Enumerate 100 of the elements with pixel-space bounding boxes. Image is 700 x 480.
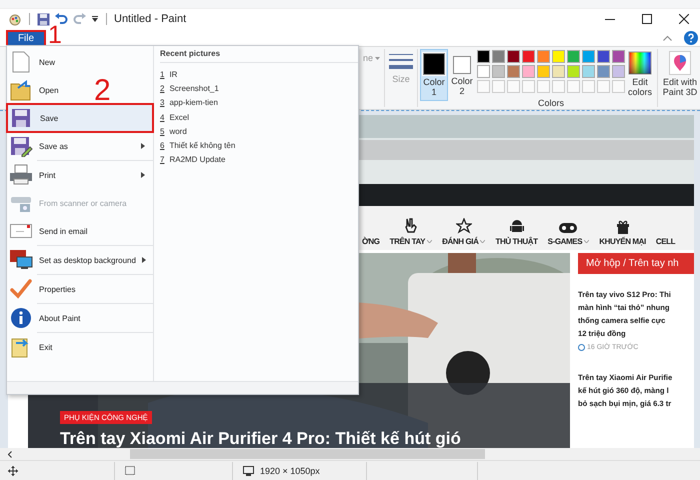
monitor-icon [9, 249, 33, 271]
empty-swatch[interactable] [612, 80, 625, 93]
image-size-icon [243, 466, 254, 476]
submenu-arrow-icon [142, 257, 146, 263]
palette-swatch[interactable] [597, 65, 610, 78]
nav-link[interactable]: ĐÁNH GIÁ [442, 237, 478, 246]
empty-swatch[interactable] [552, 80, 565, 93]
empty-swatch[interactable] [597, 80, 610, 93]
gamepad-icon [559, 222, 578, 234]
palette-swatch[interactable] [582, 65, 595, 78]
palette-swatch[interactable] [567, 50, 580, 63]
scroll-left-icon[interactable] [8, 450, 12, 458]
selection-icon [125, 466, 136, 476]
paint-3d-button[interactable]: Edit with Paint 3D [660, 47, 700, 109]
empty-swatch[interactable] [582, 80, 595, 93]
palette-swatch[interactable] [507, 50, 520, 63]
step-number: 1 [48, 23, 62, 48]
android-icon [510, 218, 524, 234]
folder-icon [9, 79, 33, 101]
clock-icon [578, 344, 585, 351]
submenu-arrow-icon [141, 143, 145, 149]
window-title: Untitled - Paint [114, 13, 186, 25]
nav-link[interactable]: KHUYẾN MẠI [599, 237, 646, 246]
floppy-pen-icon [9, 135, 33, 157]
image-size: 1920 × 1050px [260, 466, 320, 476]
undo-icon[interactable] [55, 12, 68, 26]
palette-swatch[interactable] [582, 50, 595, 63]
empty-swatch[interactable] [492, 80, 505, 93]
redo-icon[interactable] [73, 12, 86, 26]
recent-file-item[interactable]: 5 word [160, 124, 358, 138]
step-number: 2 [94, 76, 111, 106]
save-icon[interactable] [37, 12, 50, 26]
menu-item[interactable]: About Paint [7, 304, 88, 332]
palette-swatch[interactable] [522, 50, 535, 63]
maximize-icon[interactable] [642, 14, 652, 24]
paint-3d-icon [669, 51, 691, 75]
menu-item[interactable]: Open [7, 76, 67, 104]
file-tab[interactable]: File [8, 32, 44, 46]
palette-swatch[interactable] [552, 50, 565, 63]
palette-swatch[interactable] [492, 50, 505, 63]
recent-file-item[interactable]: 6 Thiết kế không tên [160, 138, 358, 153]
palette-swatch[interactable] [597, 50, 610, 63]
nav-link[interactable]: THỦ THUẬT [495, 237, 538, 246]
recent-heading: Recent pictures [160, 49, 358, 63]
empty-swatch[interactable] [537, 80, 550, 93]
color-gradient-icon [628, 51, 652, 75]
checkmark-icon [9, 279, 33, 299]
recent-file-item[interactable]: 4 Excel [160, 110, 358, 124]
palette-swatch[interactable] [552, 65, 565, 78]
line-size-icon[interactable] [389, 53, 413, 71]
menu-item[interactable]: Properties [7, 275, 84, 303]
recent-file-item[interactable]: 2 Screenshot_1 [160, 81, 358, 96]
group-label: Colors [538, 98, 564, 108]
ribbon-label: ne [362, 53, 373, 65]
palette-swatch[interactable] [612, 65, 625, 78]
paint-app-icon [8, 12, 22, 26]
recent-file-item[interactable]: 7 RA2MD Update [160, 152, 358, 168]
palette-swatch[interactable] [507, 65, 520, 78]
empty-swatch[interactable] [477, 80, 490, 93]
palette-swatch[interactable] [537, 65, 550, 78]
menu-item[interactable]: Save as [7, 132, 153, 160]
color-slot-button[interactable]: Color 2 [448, 49, 476, 101]
submenu-arrow-icon [141, 172, 145, 178]
dropdown-icon[interactable] [91, 15, 99, 23]
palette-swatch[interactable] [477, 50, 490, 63]
recent-file-item[interactable]: 1 IR [160, 67, 358, 82]
info-icon [9, 307, 33, 329]
palette-swatch[interactable] [522, 65, 535, 78]
nav-link[interactable]: TRÊN TAY [390, 237, 426, 246]
menu-item[interactable]: Exit [7, 333, 60, 361]
star-icon [456, 218, 472, 234]
close-icon[interactable] [679, 14, 689, 24]
color-slot-button[interactable]: Color 1 [420, 49, 448, 101]
nav-link[interactable]: S-GAMES [548, 237, 582, 246]
palette-swatch[interactable] [477, 65, 490, 78]
dropdown-arrow-icon [375, 57, 380, 60]
move-icon [8, 466, 18, 476]
menu-item[interactable]: New [7, 48, 64, 76]
menu-item[interactable]: Send in email [7, 217, 96, 245]
palette-swatch[interactable] [612, 50, 625, 63]
palette-swatch[interactable] [567, 65, 580, 78]
scrollbar-thumb[interactable] [130, 449, 485, 459]
palette-swatch[interactable] [492, 65, 505, 78]
palette-swatch[interactable] [537, 50, 550, 63]
menu-item[interactable]: Print [7, 161, 153, 189]
peace-hand-icon [404, 218, 418, 234]
edit-colors-button[interactable]: Edit colors [625, 47, 655, 109]
empty-swatch[interactable] [567, 80, 580, 93]
empty-swatch[interactable] [522, 80, 535, 93]
help-icon[interactable] [684, 30, 698, 44]
empty-swatch[interactable] [507, 80, 520, 93]
menu-item[interactable]: Save [7, 104, 153, 132]
featured-headline[interactable]: Trên tay Xiaomi Air Purifier 4 Pro: Thiết kế hút gió [60, 429, 461, 448]
menu-item[interactable]: Set as desktop background [7, 246, 153, 274]
collapse-ribbon-icon[interactable] [663, 34, 672, 40]
nav-link[interactable]: ỜNG [362, 237, 380, 246]
section-title[interactable]: Mở hộp / Trên tay nh [578, 253, 694, 274]
gift-icon [616, 219, 630, 234]
nav-link[interactable]: CELL [656, 237, 676, 246]
recent-file-item[interactable]: 3 app-kiem-tien [160, 96, 358, 110]
